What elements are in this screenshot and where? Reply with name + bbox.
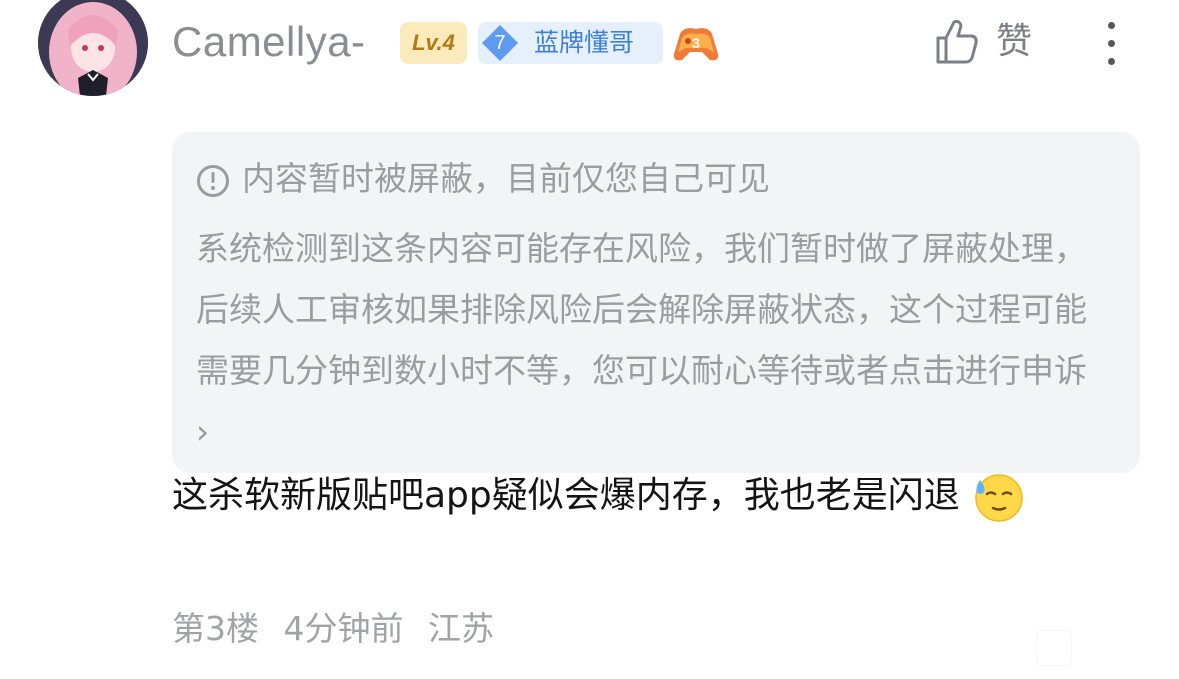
avatar-illustration (38, 0, 148, 96)
user-avatar[interactable] (38, 0, 148, 96)
ip-location: 江苏 (428, 609, 494, 648)
gamepad-icon: 3 (673, 28, 719, 61)
floor-number: 第3楼 (172, 609, 259, 648)
notice-body-text: 系统检测到这条内容可能存在风险，我们暂时做了屏蔽处理，后续人工审核如果排除风险后… (196, 229, 1087, 390)
watermark-icon (1036, 630, 1072, 666)
notice-body: 系统检测到这条内容可能存在风险，我们暂时做了屏蔽处理，后续人工审核如果排除风险后… (196, 218, 1096, 462)
more-dot-icon (1108, 58, 1115, 65)
fan-badge-label: 蓝牌懂哥 (534, 28, 635, 57)
more-options-button[interactable] (1090, 14, 1134, 74)
appeal-chevron-icon[interactable]: › (196, 412, 209, 451)
fan-badge[interactable]: 7 蓝牌懂哥 (478, 22, 663, 64)
comment-meta: 第3楼 4分钟前 江苏 (172, 602, 494, 656)
thumbs-up-icon (936, 20, 978, 64)
more-dot-icon (1108, 40, 1115, 47)
comment-body: 这杀软新版贴吧app疑似会爆内存，我也老是闪退 (172, 475, 960, 516)
comment-text: 这杀软新版贴吧app疑似会爆内存，我也老是闪退 (172, 466, 1132, 526)
notice-title: 内容暂时被屏蔽，目前仅您自己可见 (242, 159, 770, 198)
level-badge: Lv.4 (400, 22, 467, 64)
post-time: 4分钟前 (283, 609, 404, 648)
username[interactable]: Camellya- (172, 14, 366, 70)
svg-text:3: 3 (692, 35, 700, 51)
fan-badge-level: 7 (494, 32, 506, 54)
blocked-notice[interactable]: 内容暂时被屏蔽，目前仅您自己可见 系统检测到这条内容可能存在风险，我们暂时做了屏… (172, 132, 1140, 473)
sweat-smile-emoji (975, 474, 1023, 522)
info-circle-icon (197, 165, 229, 197)
like-button[interactable]: 赞 (928, 14, 1048, 70)
like-label: 赞 (996, 21, 1033, 62)
more-dot-icon (1108, 22, 1115, 29)
